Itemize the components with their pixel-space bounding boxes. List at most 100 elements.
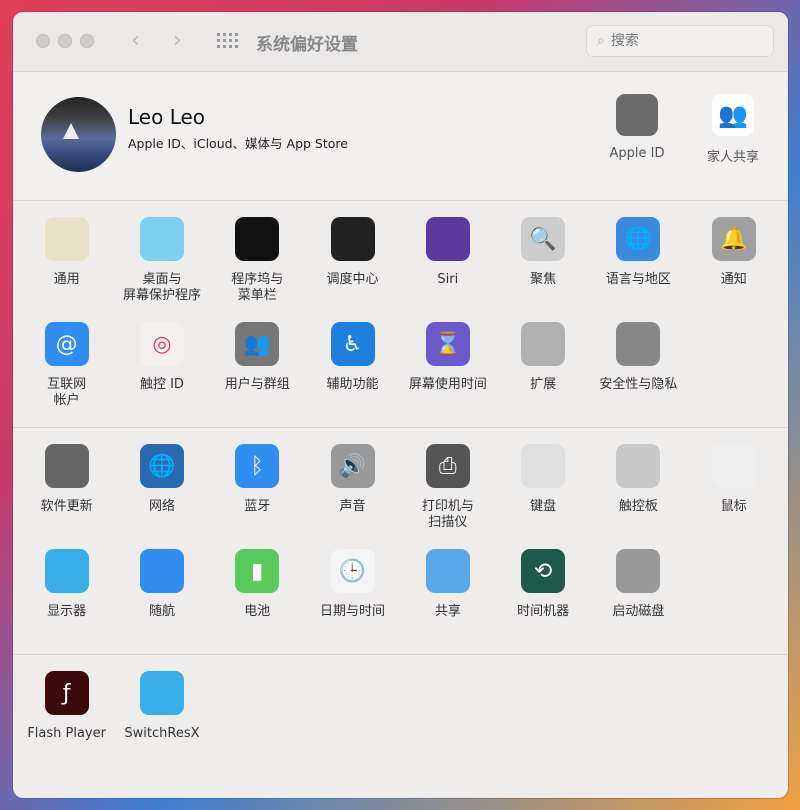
pref-item-label: 共享 — [434, 604, 461, 619]
pref-item-label: 通知 — [720, 272, 747, 287]
pref-item-label: 通用 — [53, 272, 80, 287]
show-all-grid-icon[interactable] — [217, 33, 238, 49]
pref-item-label: 用户与群组 — [224, 377, 290, 392]
pref-item-label: 触控 ID — [139, 377, 184, 392]
spotlight-icon: 🔍 — [521, 217, 566, 261]
pref-item[interactable]: 软件更新 — [19, 444, 114, 549]
pref-item[interactable]: 显示器 — [19, 549, 114, 654]
mouse-icon — [711, 444, 756, 488]
pref-item[interactable]: 随航 — [114, 549, 209, 654]
pref-item-label: 安全性与隐私 — [599, 377, 678, 392]
pref-item[interactable]: 🌐 语言与地区 — [591, 217, 686, 322]
pref-item[interactable]: 键盘 — [495, 444, 590, 549]
accessibility-icon: ♿ — [330, 322, 375, 366]
avatar[interactable] — [41, 97, 116, 172]
touch-id-icon: ◎ — [139, 322, 184, 366]
pref-item-label: 蓝牙 — [244, 499, 271, 514]
startup-disk-icon — [616, 549, 661, 593]
screen-time-icon: ⌛ — [425, 322, 470, 366]
desktop-icon — [139, 217, 184, 261]
pref-item[interactable]: ▮ 电池 — [210, 549, 305, 654]
printer-icon: ⎙ — [425, 444, 470, 488]
pref-item[interactable]: ◎ 触控 ID — [114, 322, 209, 427]
apple-id-pref[interactable]: Apple ID — [597, 94, 677, 161]
pref-item[interactable]: ƒ Flash Player — [19, 671, 114, 776]
pref-item-label: 语言与地区 — [605, 272, 671, 287]
pref-item[interactable]: ⌛ 屏幕使用时间 — [400, 322, 495, 427]
pref-item[interactable]: @ 互联网 帐户 — [19, 322, 114, 427]
trackpad-icon — [616, 444, 661, 488]
pref-item-label: 扩展 — [530, 377, 557, 392]
pref-item-label: 鼠标 — [720, 499, 747, 514]
pref-item-label: 软件更新 — [40, 499, 93, 514]
pref-item[interactable]: 程序坞与 菜单栏 — [210, 217, 305, 322]
pref-item[interactable]: Siri — [400, 217, 495, 322]
security-icon — [616, 322, 661, 366]
pref-item-label: 触控板 — [618, 499, 658, 514]
pref-item-label: 声音 — [339, 499, 366, 514]
family-sharing-pref[interactable]: 👥 家人共享 — [693, 94, 773, 165]
pref-item[interactable]: 通用 — [19, 217, 114, 322]
sharing-folder-icon — [425, 549, 470, 593]
back-chevron-icon[interactable]: ‹ — [131, 28, 140, 53]
pref-item-label: 聚焦 — [530, 272, 557, 287]
pref-item[interactable]: 触控板 — [591, 444, 686, 549]
users-groups-icon: 👥 — [235, 322, 280, 366]
pref-item-label: 调度中心 — [326, 272, 379, 287]
pref-item-label: 显示器 — [47, 604, 87, 619]
pref-item[interactable]: 调度中心 — [305, 217, 400, 322]
bluetooth-icon: ᛒ — [235, 444, 280, 488]
pref-item-label: 启动磁盘 — [612, 604, 665, 619]
flash-player-icon: ƒ — [44, 671, 89, 715]
pref-item-label: 屏幕使用时间 — [408, 377, 487, 392]
siri-icon — [425, 217, 470, 261]
pref-item-label: 程序坞与 菜单栏 — [231, 272, 284, 303]
pref-item[interactable]: 安全性与隐私 — [591, 322, 686, 427]
pref-item[interactable]: ⟲ 时间机器 — [495, 549, 590, 654]
forward-chevron-icon[interactable]: › — [173, 28, 182, 53]
pref-section: 通用 桌面与 屏幕保护程序 程序坞与 菜单栏 调度中心 Siri 🔍 聚焦 🌐 语言与地区 🔔 通知… — [13, 201, 788, 428]
keyboard-icon — [521, 444, 566, 488]
pref-item-label: 键盘 — [530, 499, 557, 514]
system-preferences-window: ‹ › 系统偏好设置 ⌕ Leo Leo Apple ID、iCloud、媒体与… — [13, 12, 788, 798]
pref-item[interactable]: ♿ 辅助功能 — [305, 322, 400, 427]
apple-id-label: Apple ID — [609, 146, 665, 161]
pref-item-label: Siri — [437, 272, 459, 287]
title-bar: ‹ › 系统偏好设置 ⌕ — [13, 12, 788, 72]
pref-item[interactable]: 🔍 聚焦 — [495, 217, 590, 322]
dock-icon — [235, 217, 280, 261]
search-input[interactable] — [610, 33, 751, 49]
pref-item[interactable]: 桌面与 屏幕保护程序 — [114, 217, 209, 322]
network-icon: 🌐 — [139, 444, 184, 488]
pref-section: 软件更新 🌐 网络 ᛒ 蓝牙 🔊 声音 ⎙ 打印机与 扫描仪 键盘 触控板 鼠标显示器 随航 ▮ 电池 🕒 日期… — [13, 428, 788, 655]
pref-item-label: 随航 — [148, 604, 175, 619]
pref-item-label: 日期与时间 — [320, 604, 386, 619]
user-name: Leo Leo — [128, 105, 206, 129]
pref-item-label: 桌面与 屏幕保护程序 — [122, 272, 201, 303]
zoom-button[interactable] — [80, 34, 94, 48]
pref-item[interactable]: 🌐 网络 — [114, 444, 209, 549]
battery-icon: ▮ — [235, 549, 280, 593]
pref-item[interactable]: 🔊 声音 — [305, 444, 400, 549]
close-button[interactable] — [36, 34, 50, 48]
family-icon: 👥 — [712, 94, 754, 136]
minimize-button[interactable] — [58, 34, 72, 48]
pref-item-label: 网络 — [148, 499, 175, 514]
pref-item[interactable]: 扩展 — [495, 322, 590, 427]
pref-item[interactable]: 启动磁盘 — [591, 549, 686, 654]
pref-item[interactable]: 🕒 日期与时间 — [305, 549, 400, 654]
pref-item[interactable]: 鼠标 — [686, 444, 781, 549]
pref-section: ƒ Flash Player SwitchResX — [13, 655, 788, 776]
mission-control-icon — [330, 217, 375, 261]
pref-item[interactable]: ᛒ 蓝牙 — [210, 444, 305, 549]
pref-item[interactable]: 🔔 通知 — [686, 217, 781, 322]
pref-item[interactable]: 共享 — [400, 549, 495, 654]
pref-item[interactable]: 👥 用户与群组 — [210, 322, 305, 427]
pref-item[interactable]: ⎙ 打印机与 扫描仪 — [400, 444, 495, 549]
search-field[interactable]: ⌕ — [586, 25, 774, 57]
pref-item[interactable]: SwitchResX — [114, 671, 209, 776]
time-machine-icon: ⟲ — [521, 549, 566, 593]
search-icon: ⌕ — [597, 33, 605, 49]
apple-logo-icon — [616, 94, 658, 136]
pref-item-label: 打印机与 扫描仪 — [421, 499, 474, 530]
